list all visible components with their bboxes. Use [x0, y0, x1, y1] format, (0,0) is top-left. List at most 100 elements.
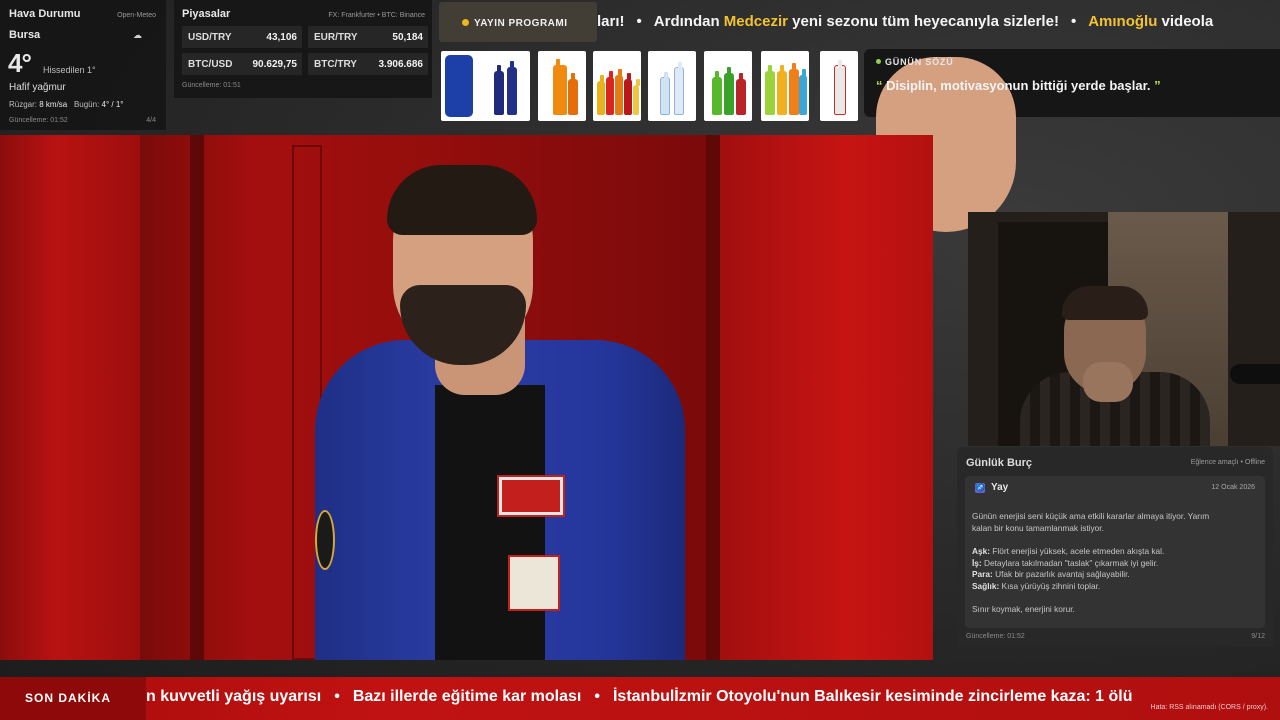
jacket-patch	[497, 475, 565, 517]
sponsor-products-strip	[441, 51, 861, 121]
quote-body: Disiplin, motivasyonun bittiği yerde baş…	[886, 78, 1151, 93]
ticker-separator: •	[636, 13, 642, 30]
product-bottle	[799, 69, 807, 115]
red-door-right	[720, 135, 933, 660]
ticker-part-2-post: yeni sezonu tüm heyecanıyla sizlerle!	[792, 13, 1059, 30]
product-bottle	[633, 79, 640, 115]
horoscope-updated: Güncelleme: 01:52	[966, 633, 1025, 640]
ticker-part-1: ları!	[597, 13, 625, 30]
horoscope-health: Sağlık: Kısa yürüyüş zihnini toplar.	[972, 581, 1260, 593]
cloud-icon: ☁	[133, 30, 142, 40]
product-card	[648, 51, 696, 121]
breaking-news-bar: SON DAKİKA n kuvvetli yağış uyarısı • Bazı…	[0, 677, 1280, 720]
microphone-icon	[1230, 364, 1280, 384]
product-bottle	[834, 60, 846, 115]
horoscope-card: ♐ Yay 12 Ocak 2026 Günün enerjisi seni k…	[965, 476, 1265, 628]
market-value: 3.906.686	[378, 59, 424, 70]
news-separator: •	[594, 688, 600, 705]
product-card	[593, 51, 641, 121]
horoscope-work: İş: Detaylara takılmadan "taslak" çıkarm…	[972, 558, 1260, 570]
ticker-separator: •	[1070, 13, 1077, 30]
product-card	[538, 51, 586, 121]
news-separator: •	[334, 688, 340, 705]
ticker-part-3-post: videola	[1161, 13, 1214, 30]
product-bottle	[789, 63, 799, 115]
product-bottle	[507, 61, 517, 115]
product-bottle	[712, 71, 722, 115]
main-video-feed	[0, 135, 933, 660]
market-btc-usd: BTC/USD 90.629,75	[182, 53, 302, 75]
quote-open-mark: “	[876, 78, 883, 93]
red-door-left	[0, 135, 140, 660]
ticker-highlight-aminoglu: Amınoğlu	[1088, 13, 1158, 30]
horoscope-love: Aşk: Flört enerjisi yüksek, acele etmede…	[972, 546, 1260, 558]
product-bottle	[624, 73, 632, 115]
weather-panel: Hava Durumu Open-Meteo Bursa ☁ 4° Hissed…	[0, 0, 166, 130]
quote-heading-label: GÜNÜN SÖZÜ	[885, 57, 954, 67]
product-card	[482, 51, 530, 121]
broadcast-schedule-button[interactable]: YAYIN PROGRAMI	[439, 2, 597, 42]
rss-error-message: Hata: RSS alınamadı (CORS / proxy).	[1150, 704, 1268, 711]
market-value: 50,184	[392, 32, 423, 43]
horoscope-intro: Günün enerjisi seni küçük ama etkili kar…	[972, 511, 1260, 534]
health-label: Sağlık:	[972, 580, 1000, 591]
money-text: Ufak bir pazarlık avantaj sağlayabilir.	[995, 569, 1130, 579]
product-can	[445, 55, 473, 117]
top-ticker: YAYIN PROGRAMI ları! • Ardından Medcezir y…	[437, 0, 1280, 45]
product-bottle	[568, 73, 578, 115]
weather-source: Open-Meteo	[117, 12, 156, 19]
love-label: Aşk:	[972, 546, 990, 556]
product-bottle	[660, 72, 670, 115]
love-text: Flört enerjisi yüksek, acele etmeden akı…	[992, 546, 1165, 556]
horoscope-page-indicator: 9/12	[1251, 633, 1265, 640]
ticker-text: ları! • Ardından Medcezir yeni sezonu tüm …	[597, 13, 1213, 30]
market-label: BTC/TRY	[314, 59, 357, 70]
quote-close-mark: ”	[1154, 78, 1161, 93]
quote-of-the-day-panel: GÜNÜN SÖZÜ “ Disiplin, motivasyonun bitt…	[864, 49, 1280, 232]
markets-source: FX: Frankfurter • BTC: Binance	[328, 12, 425, 19]
today-value: 4° / 1°	[101, 100, 124, 109]
daily-horoscope-panel: Günlük Burç Eğlence amaçlı • Offline ♐ Y…	[957, 447, 1273, 647]
hair	[387, 165, 537, 235]
work-text: Detaylara takılmadan "taslak" çıkarmak i…	[984, 557, 1159, 568]
door-frame	[706, 135, 720, 660]
breaking-news-ticker: n kuvvetli yağış uyarısı • Bazı illerde eğ…	[146, 688, 1132, 706]
product-card	[761, 51, 809, 121]
horoscope-intro-line: Günün enerjisi seni küçük ama etkili kar…	[972, 511, 1210, 521]
market-eur-try: EUR/TRY 50,184	[308, 26, 428, 48]
market-label: BTC/USD	[188, 59, 233, 70]
ticker-highlight-medcezir: Medcezir	[723, 13, 788, 30]
product-bottle	[765, 65, 775, 115]
product-bottle	[736, 73, 746, 115]
markets-title: Piyasalar	[182, 8, 231, 20]
market-value: 90.629,75	[252, 59, 298, 70]
ticker-part-2-pre: Ardından	[653, 13, 720, 30]
horoscope-meta: Eğlence amaçlı • Offline	[1190, 459, 1265, 466]
markets-updated: Güncelleme: 01:51	[182, 82, 241, 89]
weather-temperature: 4°	[8, 48, 32, 78]
wind-label: Rüzgar:	[9, 100, 38, 109]
webcam-person-hair	[1062, 286, 1148, 320]
webcam-feed	[968, 212, 1280, 446]
weather-city: Bursa	[9, 29, 41, 41]
door-frame	[190, 135, 204, 660]
horoscope-sign: Yay	[991, 482, 1009, 493]
weather-page-indicator: 4/4	[146, 117, 156, 124]
product-card	[704, 51, 752, 121]
weather-updated: Güncelleme: 01:52	[9, 117, 68, 124]
product-bottle	[674, 62, 684, 115]
horoscope-intro-line: kalan bir konu tamamlanmak istiyor.	[972, 522, 1104, 533]
jacket-patch	[508, 555, 560, 611]
webcam-person-hand	[1083, 362, 1133, 402]
money-label: Para:	[972, 569, 993, 579]
markets-panel: Piyasalar FX: Frankfurter • BTC: Binance…	[174, 0, 432, 98]
weather-wind: Rüzgar: 8 km/sa Bugün: 4° / 1°	[9, 100, 124, 109]
today-label: Bugün:	[73, 100, 100, 109]
weather-feels-like: Hissedilen 1°	[43, 65, 96, 75]
horoscope-title: Günlük Burç	[966, 457, 1033, 469]
market-label: EUR/TRY	[314, 32, 358, 43]
schedule-label: YAYIN PROGRAMI	[474, 18, 568, 29]
product-bottle	[615, 69, 623, 115]
news-item: n kuvvetli yağış uyarısı	[146, 688, 322, 705]
presenter	[305, 155, 695, 660]
